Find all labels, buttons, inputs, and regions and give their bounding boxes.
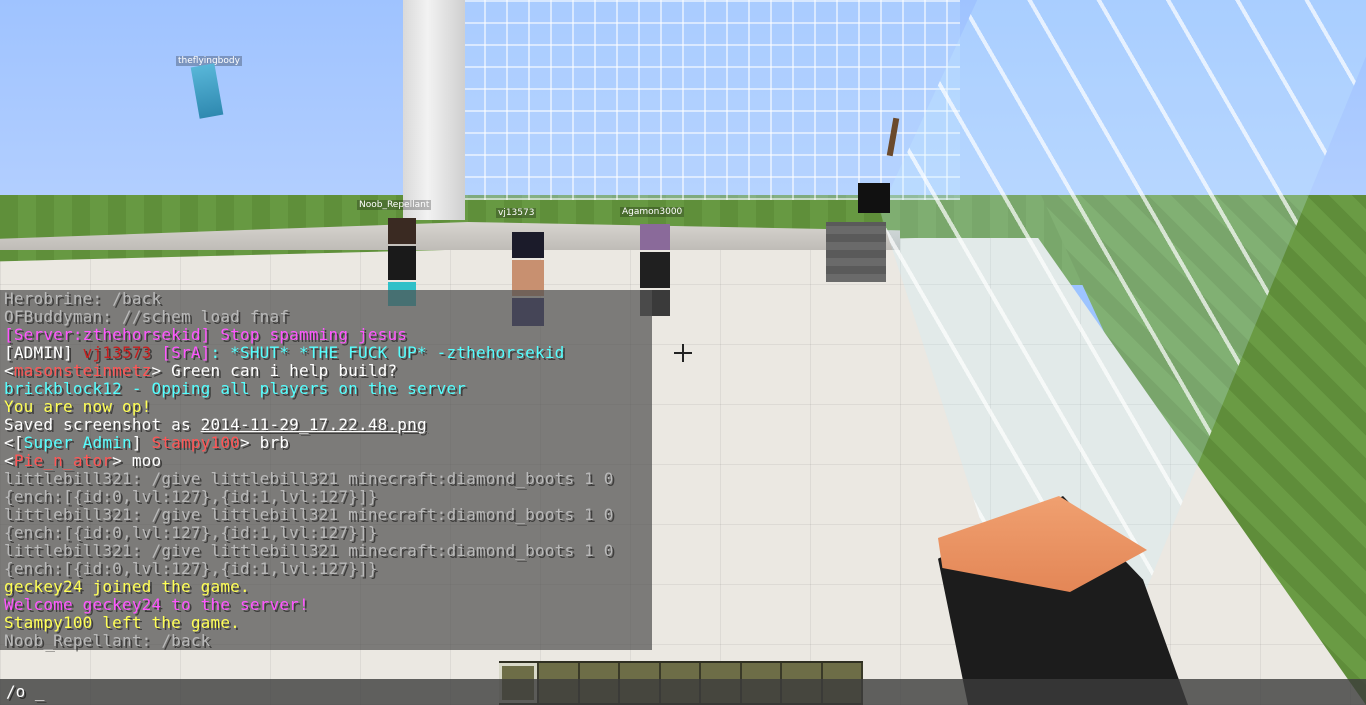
chat-segment: Stampy100 left the game. (4, 613, 240, 632)
chat-segment: [Server:zthehorsekid] Stop spamming jesu… (4, 325, 408, 344)
chat-segment: < (4, 451, 14, 470)
glass-wall-back (440, 0, 960, 200)
chat-segment: OFBuddyman: //schem load fnaf (4, 307, 290, 326)
chat-input-bar[interactable] (0, 679, 1366, 705)
chat-segment: : *SHUT* *THE FUCK UP* -zthehorsekid (210, 343, 565, 362)
chat-line: littlebill321: /give littlebill321 minec… (0, 506, 652, 524)
chat-segment: ] (131, 433, 152, 452)
chat-segment: 2014-11-29_17.22.48.png (200, 415, 427, 434)
chat-line: Noob_Repellant: /back (0, 632, 652, 650)
chat-segment: You are now op! (4, 397, 152, 416)
chat-segment: geckey24 joined the game. (4, 577, 250, 596)
chat-segment: Pie_n_ator (13, 451, 113, 470)
chat-segment: brickblock12 - Opping all players on the… (4, 379, 467, 398)
chat-segment: littlebill321: /give littlebill321 minec… (4, 505, 614, 524)
chat-segment: {ench:[{id:0,lvl:127},{id:1,lvl:127}]} (4, 487, 378, 506)
chat-line: <[Super Admin] Stampy100> brb (0, 434, 652, 452)
crosshair-icon (674, 344, 692, 362)
chat-segment: masonsteinmetz (13, 361, 152, 380)
player-head (388, 218, 416, 244)
chat-line: {ench:[{id:0,lvl:127},{id:1,lvl:127}]} (0, 524, 652, 542)
chat-segment: Herobrine: /back (4, 289, 162, 308)
chat-line: [Server:zthehorsekid] Stop spamming jesu… (0, 326, 652, 344)
chat-segment: Stampy100 (151, 433, 241, 452)
chat-line: brickblock12 - Opping all players on the… (0, 380, 652, 398)
chat-segment: Noob_Repellant: /back (4, 631, 211, 650)
chat-line: Stampy100 left the game. (0, 614, 652, 632)
chat-line: <masonsteinmetz> Green can i help build? (0, 362, 652, 380)
chat-panel: Herobrine: /back OFBuddyman: //schem load… (0, 290, 652, 650)
chat-input[interactable]: /o _ (6, 682, 45, 701)
chat-segment: {ench:[{id:0,lvl:127},{id:1,lvl:127}]} (4, 559, 378, 578)
chat-segment: {ench:[{id:0,lvl:127},{id:1,lvl:127}]} (4, 523, 378, 542)
nametag-player-2: vj13573 (496, 208, 537, 218)
black-block (858, 183, 890, 213)
nametag-player-3: Agamon3000 (620, 207, 685, 217)
chat-segment: > brb (240, 433, 290, 452)
chat-segment: littlebill321: /give littlebill321 minec… (4, 469, 614, 488)
chat-line: Saved screenshot as 2014-11-29_17.22.48.… (0, 416, 652, 434)
chat-line: Herobrine: /back (0, 290, 652, 308)
chat-segment: littlebill321: /give littlebill321 minec… (4, 541, 614, 560)
chat-line: littlebill321: /give littlebill321 minec… (0, 542, 652, 560)
nametag-player-1: Noob_Repellant (357, 200, 432, 210)
chat-segment: <[ (4, 433, 24, 452)
player-head (512, 232, 544, 258)
chat-line: You are now op! (0, 398, 652, 416)
chat-line: littlebill321: /give littlebill321 minec… (0, 470, 652, 488)
chat-segment: < (4, 361, 14, 380)
chat-line: OFBuddyman: //schem load fnaf (0, 308, 652, 326)
player-head (640, 224, 670, 250)
quartz-pillar (403, 0, 465, 220)
chat-segment: [SrA] (161, 343, 211, 362)
chat-line: geckey24 joined the game. (0, 578, 652, 596)
chat-segment: > Green can i help build? (151, 361, 398, 380)
chat-line: {ench:[{id:0,lvl:127},{id:1,lvl:127}]} (0, 488, 652, 506)
chat-segment: > moo (112, 451, 162, 470)
chat-line: [ADMIN] vj13573 [SrA]: *SHUT* *THE FUCK … (0, 344, 652, 362)
chat-line: {ench:[{id:0,lvl:127},{id:1,lvl:127}]} (0, 560, 652, 578)
chat-segment: Saved screenshot as (4, 415, 201, 434)
chat-segment: [ADMIN] (4, 343, 83, 362)
player-body (388, 246, 416, 280)
chat-segment: Super Admin (23, 433, 132, 452)
stone-block (826, 222, 886, 282)
chat-line: Welcome geckey24 to the server! (0, 596, 652, 614)
chat-line: <Pie_n_ator> moo (0, 452, 652, 470)
player-body (640, 252, 670, 288)
chat-segment: vj13573 (82, 343, 162, 362)
chat-segment: Welcome geckey24 to the server! (4, 595, 309, 614)
